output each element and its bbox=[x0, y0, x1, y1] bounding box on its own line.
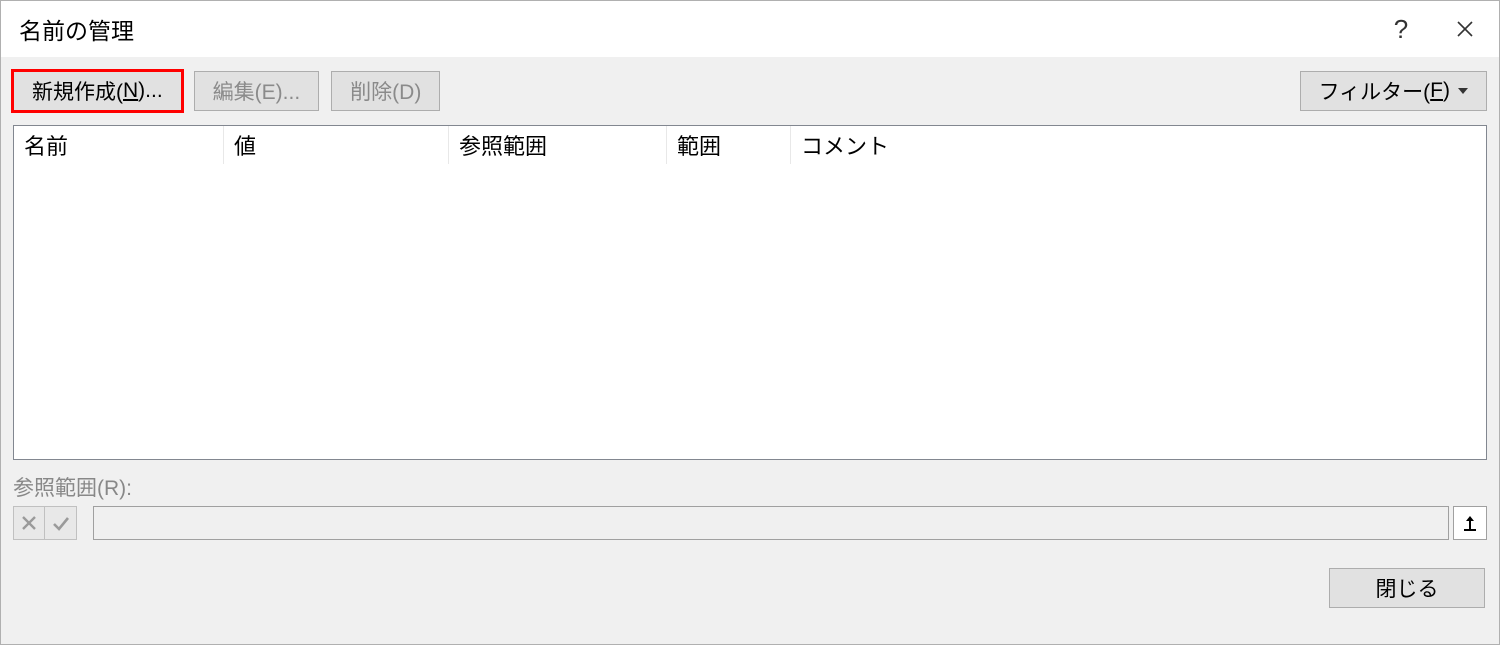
dialog-footer: 閉じる bbox=[1, 540, 1499, 620]
refersto-input[interactable] bbox=[93, 506, 1449, 540]
dialog-title: 名前の管理 bbox=[19, 12, 1369, 46]
new-button-accel: N bbox=[123, 79, 138, 103]
filter-button-label-pre: フィルター( bbox=[1319, 76, 1431, 106]
name-manager-dialog: 名前の管理 ? 新規作成(N)... 編集(E)... 削除(D) フィルター(… bbox=[0, 0, 1500, 645]
refersto-label: 参照範囲(R): bbox=[13, 472, 1487, 502]
refersto-row bbox=[13, 506, 1487, 540]
delete-button[interactable]: 削除(D) bbox=[331, 71, 440, 111]
toolbar: 新規作成(N)... 編集(E)... 削除(D) フィルター(F) bbox=[1, 57, 1499, 119]
column-header-name[interactable]: 名前 bbox=[14, 126, 224, 164]
chevron-down-icon bbox=[1458, 88, 1468, 94]
x-icon bbox=[20, 514, 38, 532]
column-header-value[interactable]: 値 bbox=[224, 126, 449, 164]
column-header-refersto[interactable]: 参照範囲 bbox=[449, 126, 667, 164]
column-header-comment[interactable]: コメント bbox=[791, 126, 1001, 164]
accept-edit-button[interactable] bbox=[45, 506, 77, 540]
delete-button-label: 削除(D) bbox=[350, 76, 421, 106]
close-button[interactable]: 閉じる bbox=[1329, 568, 1485, 608]
titlebar: 名前の管理 ? bbox=[1, 1, 1499, 57]
column-header-scope[interactable]: 範囲 bbox=[667, 126, 791, 164]
collapse-dialog-button[interactable] bbox=[1453, 506, 1487, 540]
edit-button[interactable]: 編集(E)... bbox=[194, 71, 320, 111]
cancel-edit-button[interactable] bbox=[13, 506, 45, 540]
filter-button-accel: F bbox=[1430, 79, 1443, 103]
refersto-section: 参照範囲(R): bbox=[1, 468, 1499, 540]
close-button-label: 閉じる bbox=[1376, 573, 1439, 603]
filter-button-label-post: ) bbox=[1443, 79, 1450, 103]
edit-button-label: 編集(E)... bbox=[213, 76, 301, 106]
list-header: 名前 値 参照範囲 範囲 コメント bbox=[14, 126, 1486, 164]
help-button[interactable]: ? bbox=[1369, 1, 1433, 57]
help-icon: ? bbox=[1394, 14, 1408, 45]
close-icon bbox=[1456, 20, 1474, 38]
close-window-button[interactable] bbox=[1433, 1, 1497, 57]
new-button-label-pre: 新規作成( bbox=[32, 76, 123, 106]
filter-button[interactable]: フィルター(F) bbox=[1300, 71, 1487, 111]
new-button-label-post: )... bbox=[138, 79, 163, 103]
check-icon bbox=[51, 514, 71, 532]
new-button[interactable]: 新規作成(N)... bbox=[13, 71, 182, 111]
collapse-icon bbox=[1461, 514, 1479, 532]
names-list[interactable]: 名前 値 参照範囲 範囲 コメント bbox=[13, 125, 1487, 460]
